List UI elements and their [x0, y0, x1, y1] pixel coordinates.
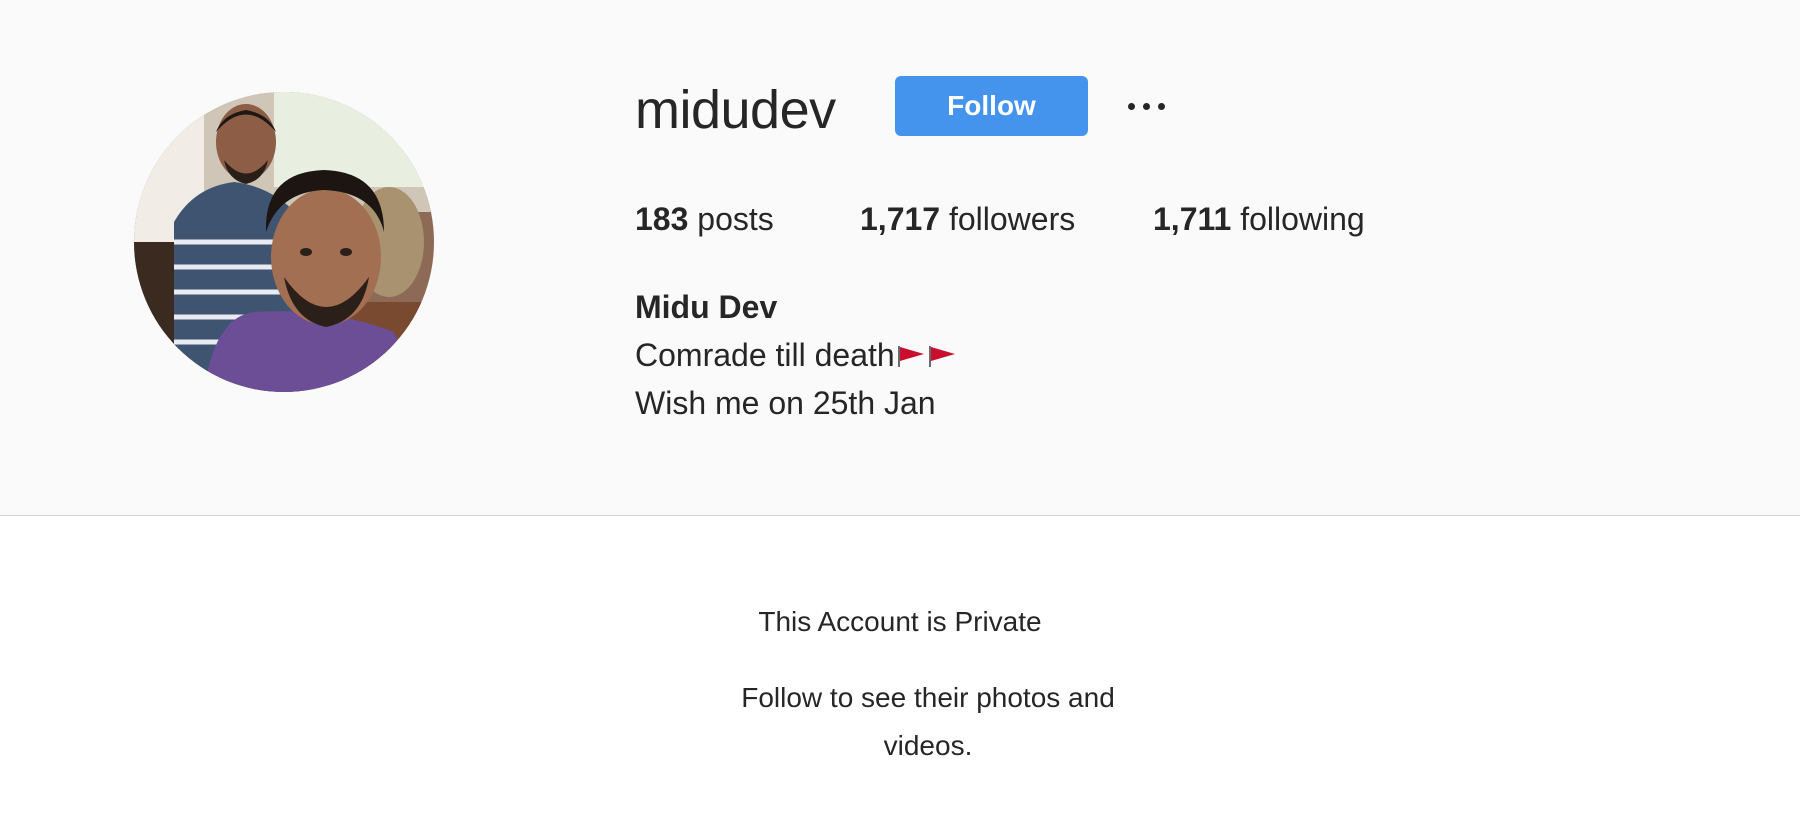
- following-count: 1,711: [1153, 201, 1232, 237]
- full-name: Midu Dev: [635, 289, 778, 325]
- profile-header: midudev Follow 183 posts 1,717 followers…: [0, 0, 1800, 516]
- followers-count: 1,717: [860, 201, 941, 237]
- dot: [1142, 102, 1150, 110]
- posts-stat: 183 posts: [635, 196, 774, 242]
- private-subtitle: Follow to see their photos and videos.: [741, 682, 1115, 761]
- following-label: following: [1240, 201, 1365, 237]
- follow-button[interactable]: Follow: [895, 76, 1088, 136]
- posts-label: posts: [697, 201, 774, 237]
- bio-line-1: Comrade till death: [635, 331, 957, 379]
- more-options-icon[interactable]: [1120, 84, 1172, 128]
- private-account-notice: This Account is Private Follow to see th…: [0, 516, 1800, 830]
- avatar-image: [134, 92, 434, 392]
- followers-stat[interactable]: 1,717 followers: [860, 196, 1075, 242]
- bio-line-2: Wish me on 25th Jan: [635, 385, 936, 421]
- private-title: This Account is Private: [758, 606, 1042, 637]
- following-stat[interactable]: 1,711 following: [1153, 196, 1365, 242]
- dot: [1157, 102, 1165, 110]
- bio-line-1-text: Comrade till death: [635, 337, 895, 373]
- bio: Midu Dev Comrade till death Wish me on 2…: [635, 283, 957, 427]
- dot: [1127, 102, 1135, 110]
- posts-count: 183: [635, 201, 689, 237]
- avatar[interactable]: [134, 92, 434, 392]
- followers-label: followers: [948, 201, 1076, 237]
- red-flag-icon: [897, 346, 924, 367]
- red-flag-icon: [928, 346, 955, 367]
- username: midudev: [635, 80, 836, 140]
